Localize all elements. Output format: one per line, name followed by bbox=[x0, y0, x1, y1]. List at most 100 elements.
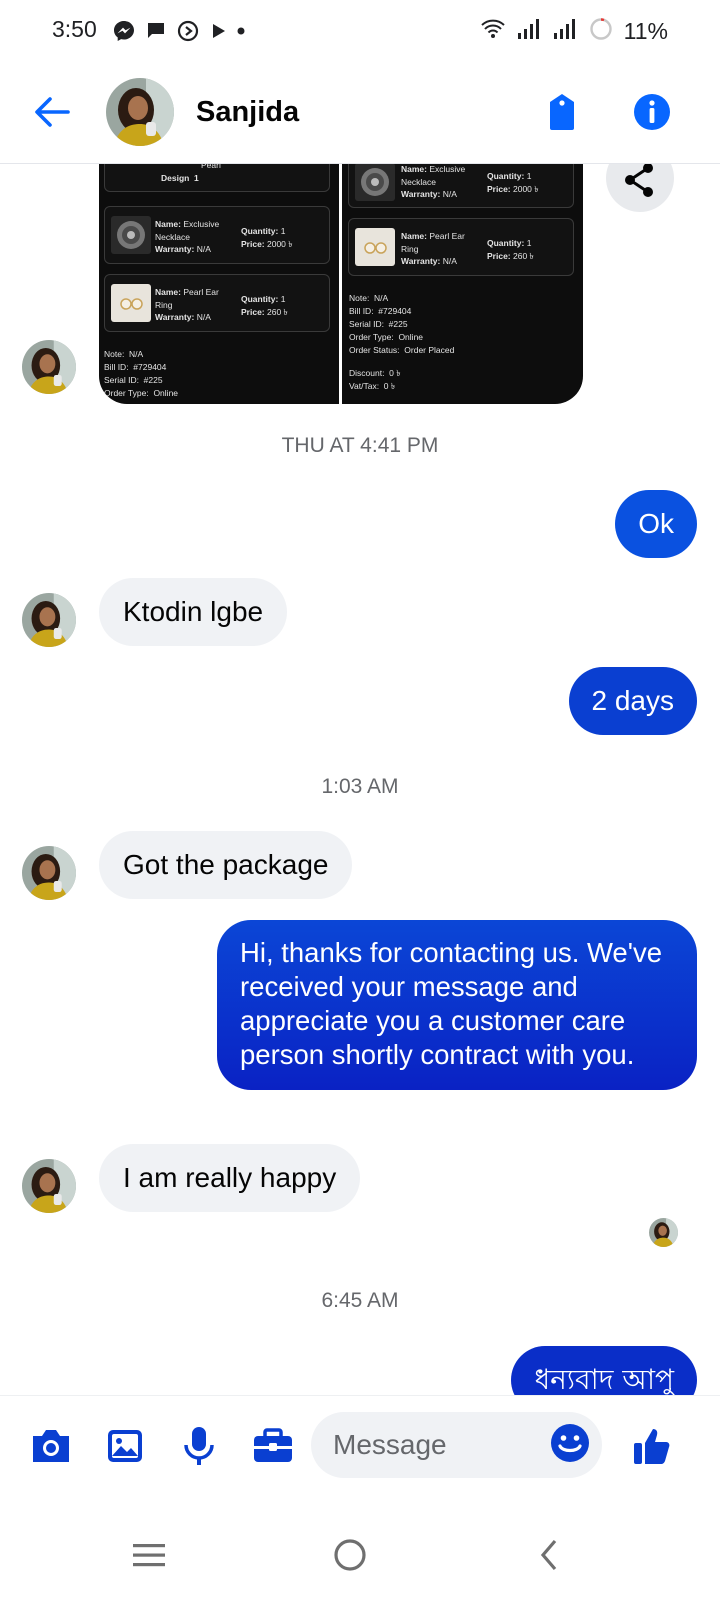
thumbs-up-icon bbox=[634, 1429, 670, 1464]
composer-bar bbox=[0, 1395, 720, 1495]
receipt-text: Order Type: Online bbox=[104, 388, 179, 398]
info-icon bbox=[634, 94, 670, 130]
earring-thumbnail bbox=[111, 284, 151, 322]
receipt-item-card: Pearl Design 1 bbox=[104, 164, 330, 192]
battery-percent: 11% bbox=[623, 18, 668, 44]
receipt-text: Price: 260 ৳ bbox=[241, 307, 288, 317]
receipt-text: Warranty: N/A bbox=[155, 312, 211, 322]
receipt-text: Bill ID: #729404 bbox=[104, 362, 167, 372]
menu-icon bbox=[133, 1544, 165, 1567]
home-circle-icon bbox=[334, 1539, 366, 1571]
receipt-text: Warranty: N/A bbox=[155, 244, 211, 254]
outgoing-message[interactable]: 2 days bbox=[568, 667, 697, 735]
receipt-text: Quantity: 1 bbox=[487, 171, 532, 181]
gallery-button[interactable] bbox=[101, 1422, 149, 1470]
contact-name[interactable]: Sanjida bbox=[196, 96, 299, 129]
dot-icon bbox=[236, 19, 246, 43]
status-bar: 3:50 11% bbox=[0, 0, 720, 62]
back-arrow-icon bbox=[35, 97, 70, 127]
earring-thumbnail bbox=[355, 228, 395, 266]
receipt-text: Vat/Tax: 0 ৳ bbox=[349, 381, 396, 391]
sender-avatar[interactable] bbox=[22, 1159, 76, 1213]
back-button[interactable] bbox=[30, 90, 74, 134]
microphone-icon bbox=[184, 1427, 214, 1465]
info-button[interactable] bbox=[630, 90, 674, 134]
timestamp: 6:45 AM bbox=[321, 1289, 399, 1312]
receipt-item-card: Name: Exclusive Necklace Warranty: N/A Q… bbox=[348, 164, 574, 208]
timestamp: THU AT 4:41 PM bbox=[281, 434, 439, 457]
receipt-text: Price: 2000 ৳ bbox=[487, 184, 539, 194]
receipt-image-right[interactable]: Name: Exclusive Necklace Warranty: N/A Q… bbox=[342, 164, 583, 404]
emoji-button[interactable] bbox=[548, 1421, 592, 1465]
receipt-text: Note: N/A bbox=[104, 349, 144, 359]
camera-button[interactable] bbox=[27, 1422, 75, 1470]
message-list[interactable]: Pearl Design 1 Name: Exclusive Necklace … bbox=[0, 164, 720, 1434]
share-button[interactable] bbox=[606, 164, 674, 212]
receipt-text: Note: N/A bbox=[349, 293, 389, 303]
messenger-icon bbox=[112, 19, 136, 43]
incoming-message[interactable]: I am really happy bbox=[99, 1144, 361, 1212]
receipt-item-card: Name: Pearl Ear Ring Warranty: N/A Quant… bbox=[104, 274, 330, 332]
contact-avatar[interactable] bbox=[106, 78, 174, 146]
share-icon bbox=[625, 164, 653, 197]
emoji-icon bbox=[551, 1424, 589, 1462]
timestamp: 1:03 AM bbox=[321, 775, 399, 798]
status-time: 3:50 bbox=[52, 16, 97, 42]
chat-icon bbox=[144, 19, 168, 43]
receipt-text: Name: Exclusive Necklace bbox=[401, 164, 466, 187]
signal-icon bbox=[552, 17, 578, 46]
receipt-image-left[interactable]: Pearl Design 1 Name: Exclusive Necklace … bbox=[99, 164, 339, 404]
receipt-text: Price: 260 ৳ bbox=[487, 251, 534, 261]
necklace-thumbnail bbox=[111, 216, 151, 254]
signal-icon bbox=[516, 17, 542, 46]
chat-header: Sanjida bbox=[0, 62, 720, 164]
receipt-text: Name: Pearl Ear Ring bbox=[401, 231, 465, 254]
receipt-text: Price: 2000 ৳ bbox=[241, 239, 293, 249]
briefcase-button[interactable] bbox=[249, 1422, 297, 1470]
receipt-text: Order Status: Order Placed bbox=[349, 345, 455, 355]
receipt-text: Name: Exclusive Necklace bbox=[155, 219, 220, 242]
receipt-image-group[interactable]: Pearl Design 1 Name: Exclusive Necklace … bbox=[99, 164, 583, 404]
receipt-item-card: Name: Exclusive Necklace Warranty: N/A Q… bbox=[104, 206, 330, 264]
receipt-text: Warranty: N/A bbox=[401, 189, 457, 199]
outgoing-message[interactable]: Ok bbox=[615, 490, 697, 558]
receipt-item-card: Name: Pearl Ear Ring Warranty: N/A Quant… bbox=[348, 218, 574, 276]
sender-avatar[interactable] bbox=[22, 593, 76, 647]
receipt-text: Design 1 bbox=[161, 173, 199, 183]
tag-button[interactable] bbox=[540, 90, 584, 134]
receipt-text: Quantity: 1 bbox=[241, 226, 286, 236]
necklace-thumbnail bbox=[355, 164, 395, 201]
receipt-text: Pearl bbox=[201, 164, 221, 170]
battery-icon bbox=[588, 16, 614, 47]
receipt-text: Name: Pearl Ear Ring bbox=[155, 287, 219, 310]
system-back-button[interactable] bbox=[520, 1525, 580, 1585]
seen-indicator-avatar bbox=[649, 1218, 678, 1247]
receipt-text: Warranty: N/A bbox=[401, 256, 457, 266]
recent-apps-button[interactable] bbox=[119, 1525, 179, 1585]
smartswitch-icon bbox=[176, 19, 200, 43]
gallery-icon bbox=[108, 1430, 142, 1462]
outgoing-message[interactable]: Hi, thanks for contacting us. We've rece… bbox=[217, 920, 697, 1090]
camera-icon bbox=[33, 1430, 69, 1462]
receipt-text: Discount: 0 ৳ bbox=[349, 368, 401, 378]
receipt-text: Quantity: 1 bbox=[487, 238, 532, 248]
wifi-icon bbox=[480, 17, 506, 46]
like-button[interactable] bbox=[628, 1422, 676, 1470]
receipt-text: Serial ID: #225 bbox=[349, 319, 408, 329]
play-icon bbox=[210, 19, 230, 43]
system-status: 11% bbox=[480, 16, 668, 47]
sender-avatar[interactable] bbox=[22, 846, 76, 900]
chevron-left-icon bbox=[540, 1539, 557, 1571]
receipt-text: Bill ID: #729404 bbox=[349, 306, 412, 316]
incoming-message[interactable]: Ktodin lgbe bbox=[99, 578, 288, 646]
sender-avatar[interactable] bbox=[22, 340, 76, 394]
tag-icon bbox=[550, 94, 574, 130]
home-button[interactable] bbox=[320, 1525, 380, 1585]
receipt-text: Serial ID: #225 bbox=[104, 375, 163, 385]
receipt-text: Quantity: 1 bbox=[241, 294, 286, 304]
microphone-button[interactable] bbox=[175, 1422, 223, 1470]
receipt-text: Order Type: Online bbox=[349, 332, 424, 342]
briefcase-icon bbox=[254, 1428, 292, 1462]
incoming-message[interactable]: Got the package bbox=[99, 831, 353, 899]
system-navigation-bar bbox=[0, 1495, 720, 1612]
